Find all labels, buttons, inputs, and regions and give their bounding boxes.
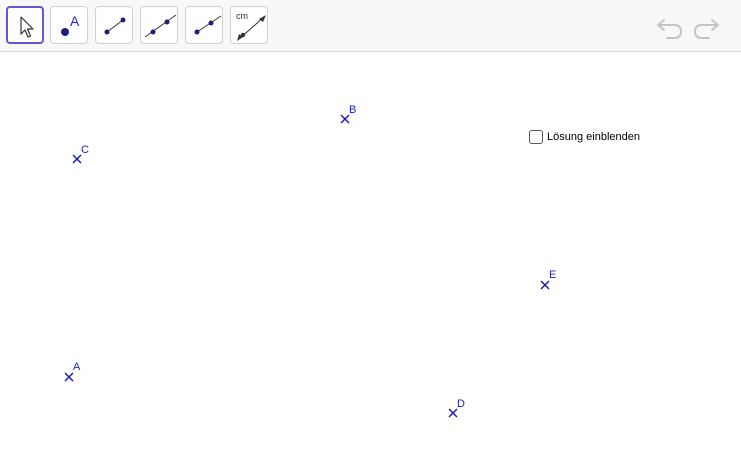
segment-length-tool-label: cm [236,11,248,21]
point-b-label: B [349,104,357,116]
point-icon: A [61,13,80,36]
cursor-arrow-icon [20,16,34,38]
point-e[interactable] [540,280,550,290]
point-c-label: C [81,144,89,156]
point-a-label: A [73,361,81,373]
toolbar: A cm [0,0,741,52]
segment-icon [104,17,126,35]
point-d-label: D [457,398,465,410]
point-a[interactable] [64,372,74,382]
ray-tool-button[interactable] [185,6,223,44]
point-tool-label: A [70,13,80,29]
line-icon [144,14,177,38]
show-solution-label[interactable]: Lösung einblenden [547,130,640,144]
ray-icon [194,15,222,35]
graphics-view[interactable] [0,53,741,450]
point-marker-cross-icon [64,372,74,382]
point-marker-cross-icon [540,280,550,290]
segment-with-length-icon: cm [236,11,266,41]
segment-length-tool-button[interactable]: cm [230,6,268,44]
show-solution-checkbox[interactable] [529,130,543,144]
line-tool-button[interactable] [140,6,178,44]
segment-tool-button[interactable] [95,6,133,44]
point-e-label: E [549,269,557,281]
geogebra-app: A cm B C E A D Lösung einblenden [0,0,741,450]
move-tool-button[interactable] [6,6,44,44]
redo-icon [693,19,719,39]
undo-button[interactable] [655,14,685,40]
undo-icon [657,19,683,39]
redo-button[interactable] [691,14,721,40]
point-tool-button[interactable]: A [50,6,88,44]
